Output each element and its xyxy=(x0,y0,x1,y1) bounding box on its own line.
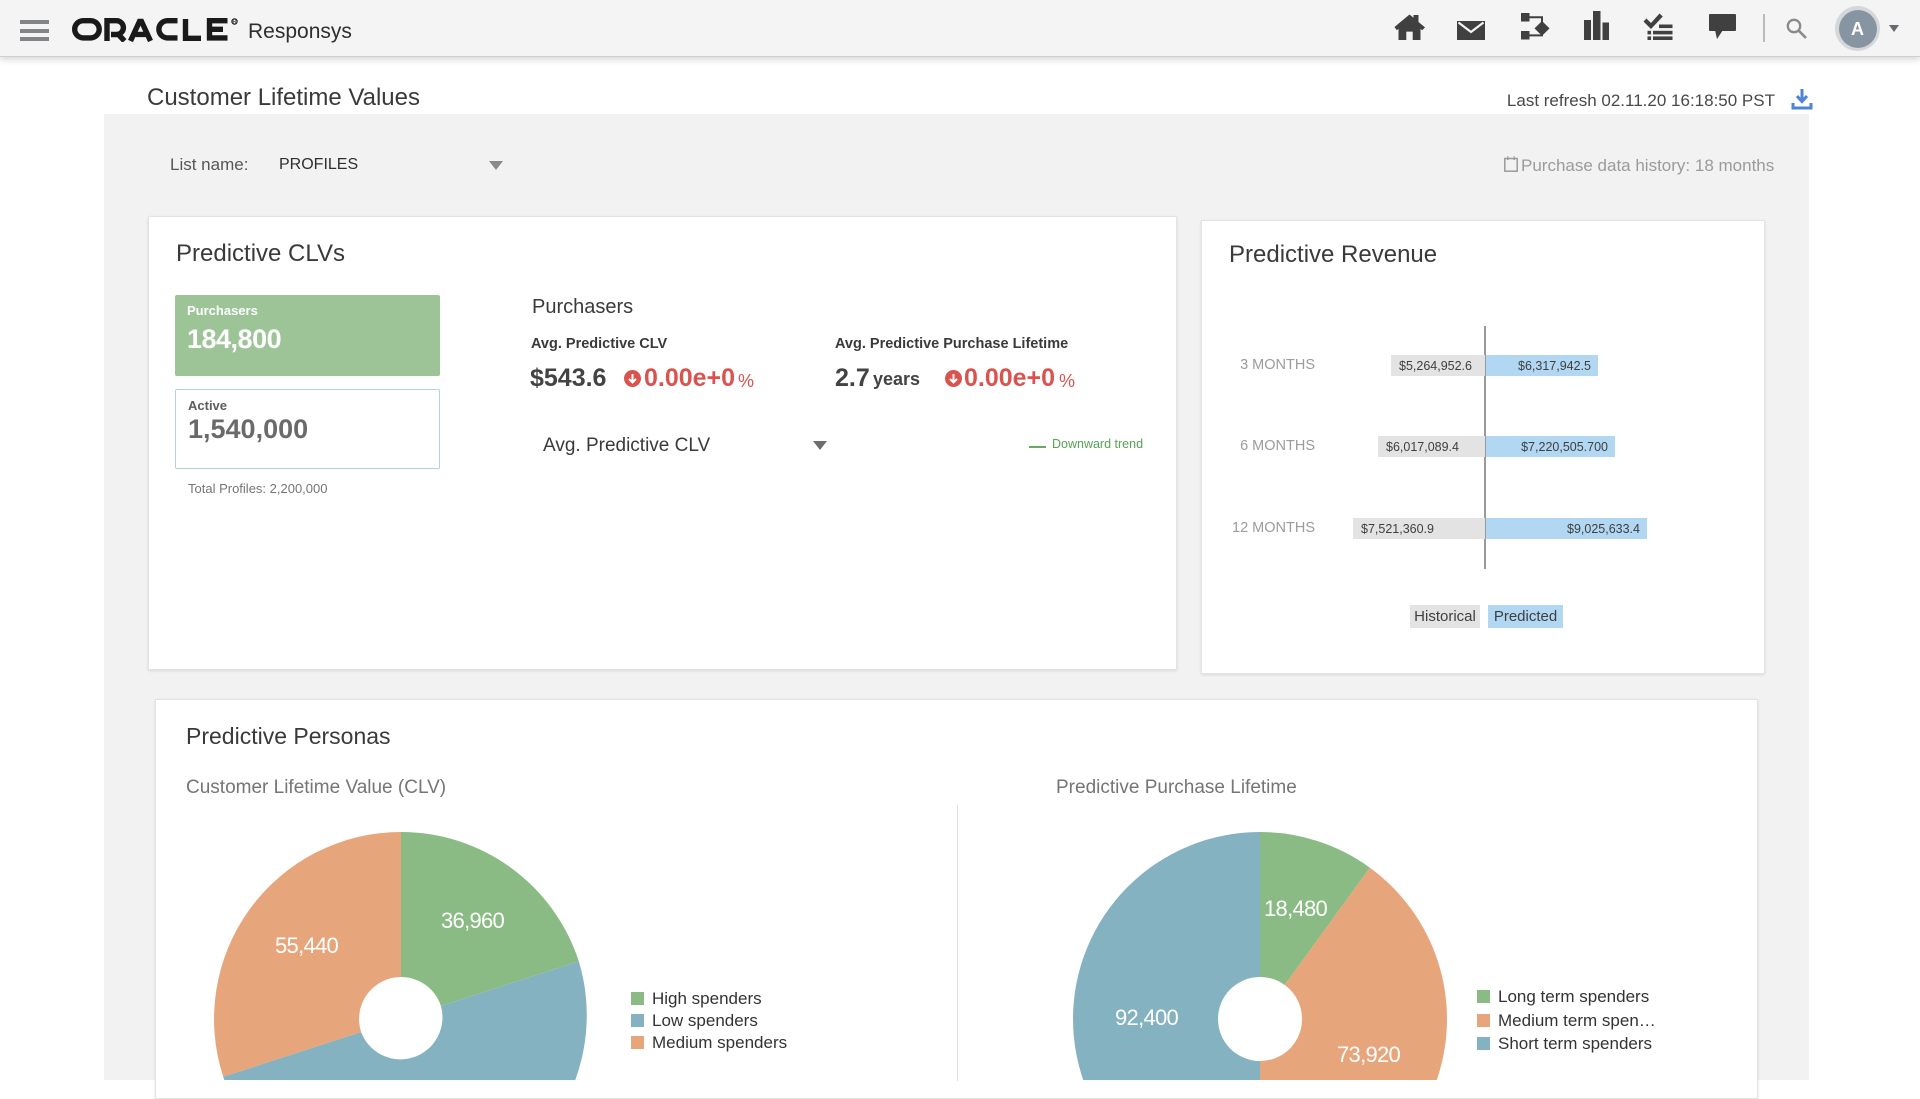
svg-text:R: R xyxy=(232,20,237,26)
